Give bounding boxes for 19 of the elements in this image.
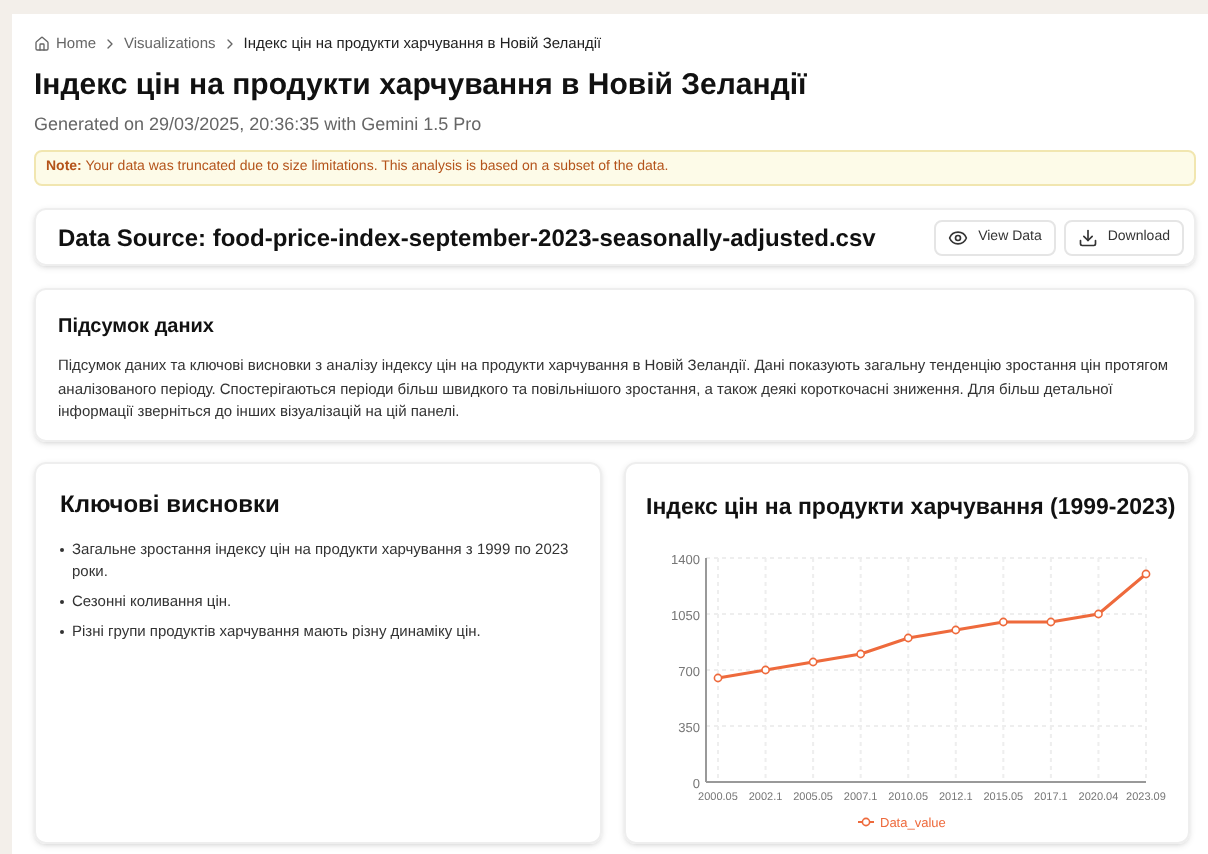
summary-title: Підсумок даних (58, 314, 216, 343)
point (951, 625, 961, 635)
point (1141, 569, 1151, 579)
point (808, 657, 818, 667)
download-icon (1077, 227, 1098, 248)
point (856, 649, 866, 659)
point (761, 665, 770, 675)
page-title: Індекс цін на продукти харчування в Новій Зеландії (34, 66, 809, 107)
point (1094, 609, 1103, 619)
findings-title: Ключові висновки (60, 487, 282, 522)
legend-icon (857, 817, 875, 827)
point (1046, 617, 1056, 627)
point (903, 633, 913, 643)
home-icon (34, 35, 50, 52)
generated-info: Generated on 29/03/2025, 20:36:35 with Gemini 1.5 Pro (34, 112, 484, 139)
data-source-title: Data Source: food-price-index-september-2023-seasonally-adjusted.csv (58, 221, 876, 256)
eye-icon (948, 227, 969, 248)
point (713, 673, 723, 683)
point (998, 617, 1008, 627)
